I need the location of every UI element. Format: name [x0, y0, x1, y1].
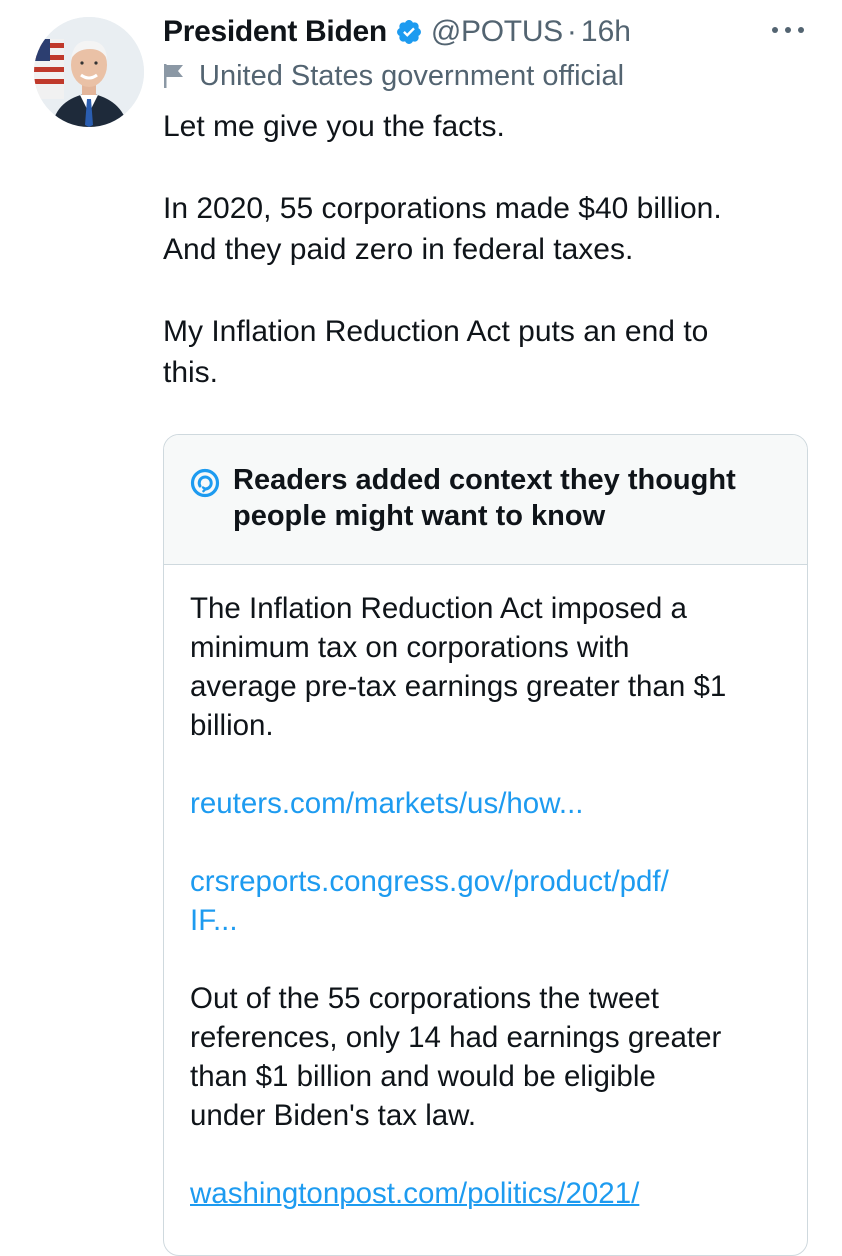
- note-text-line: billion.: [190, 709, 274, 742]
- note-text-line: The Inflation Reduction Act imposed a: [190, 592, 687, 625]
- source-link-crsreports-line2: IF...: [190, 904, 238, 937]
- tweet-text-line: Let me give you the facts.: [163, 110, 505, 143]
- timestamp[interactable]: 16h: [581, 15, 631, 49]
- community-note-title: Readers added context they thought peopl…: [233, 462, 793, 534]
- note-text-line: minimum tax on corporations with: [190, 631, 630, 664]
- tweet-text: Let me give you the facts. In 2020, 55 c…: [163, 106, 803, 393]
- note-title-line: Readers added context they thought: [233, 464, 736, 496]
- tweet-text-line: In 2020, 55 corporations made $40 billio…: [163, 192, 722, 225]
- tweet-header: President Biden @POTUS · 16h: [163, 12, 631, 52]
- verified-badge-icon: [395, 18, 423, 46]
- source-link-reuters[interactable]: reuters.com/markets/us/how...: [190, 784, 790, 823]
- display-name[interactable]: President Biden: [163, 15, 387, 49]
- tweet[interactable]: President Biden @POTUS · 16h United Stat…: [0, 0, 842, 1256]
- note-text-line: than $1 billion and would be eligible: [190, 1060, 656, 1093]
- avatar[interactable]: [34, 17, 144, 127]
- tweet-text-line: this.: [163, 356, 219, 389]
- separator-dot: ·: [566, 15, 577, 48]
- government-label[interactable]: United States government official: [163, 56, 624, 96]
- community-note: Readers added context they thought peopl…: [163, 434, 808, 1256]
- community-note-body: The Inflation Reduction Act imposed a mi…: [190, 589, 790, 1213]
- more-options-icon[interactable]: [772, 18, 804, 42]
- source-link-washingtonpost[interactable]: washingtonpost.com/politics/2021/: [190, 1174, 790, 1213]
- note-text-line: references, only 14 had earnings greater: [190, 1021, 722, 1054]
- note-title-line: people might want to know: [233, 500, 606, 532]
- community-notes-icon: [190, 468, 220, 498]
- tweet-text-line: My Inflation Reduction Act puts an end t…: [163, 315, 709, 348]
- avatar-photo: [34, 17, 144, 127]
- source-link-crsreports[interactable]: crsreports.congress.gov/product/pdf/ IF.…: [190, 862, 790, 940]
- note-text-line: under Biden's tax law.: [190, 1099, 477, 1132]
- source-link-crsreports-line1: crsreports.congress.gov/product/pdf/: [190, 865, 669, 898]
- note-text-line: Out of the 55 corporations the tweet: [190, 982, 660, 1015]
- note-text-line: average pre-tax earnings greater than $1: [190, 670, 727, 703]
- flag-icon: [163, 63, 185, 89]
- handle[interactable]: @POTUS: [431, 15, 563, 49]
- community-note-header[interactable]: Readers added context they thought peopl…: [164, 435, 807, 565]
- government-label-text: United States government official: [199, 59, 625, 92]
- tweet-text-line: And they paid zero in federal taxes.: [163, 233, 634, 266]
